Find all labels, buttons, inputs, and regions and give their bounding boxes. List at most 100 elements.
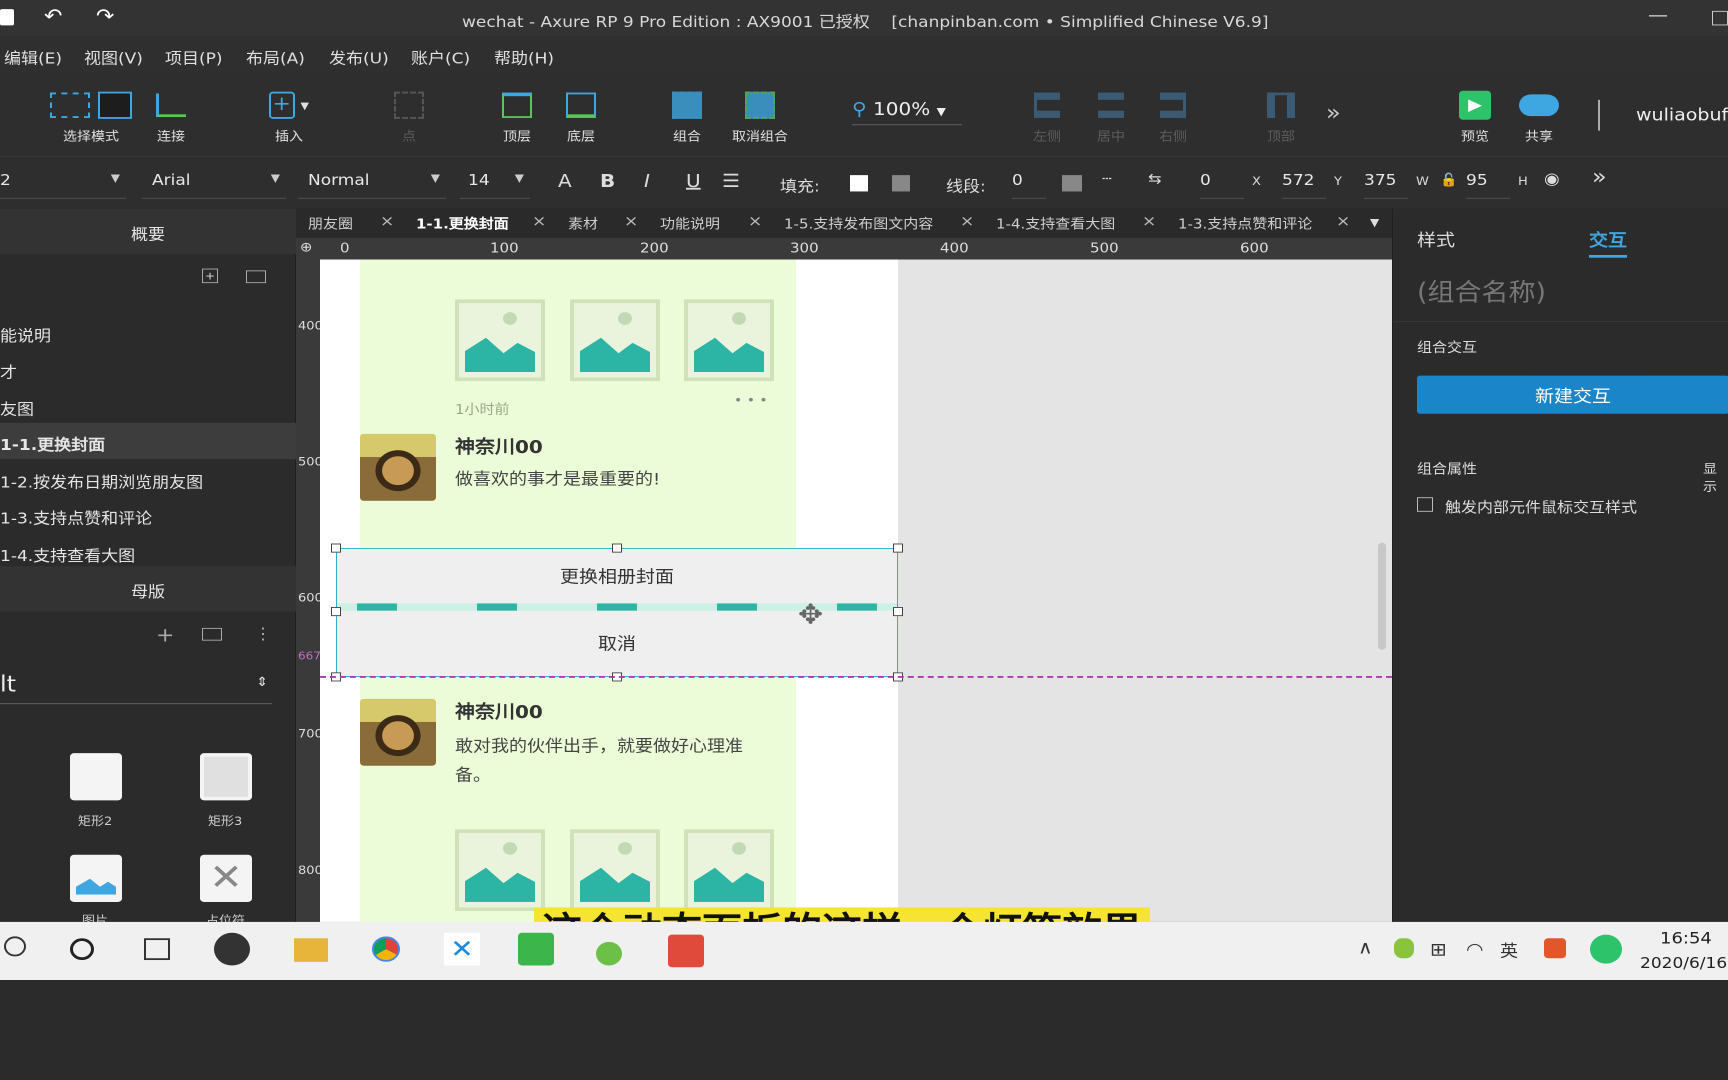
arrow-style-icon[interactable]: ⇆ xyxy=(1148,170,1161,187)
page-item[interactable]: 能说明 xyxy=(0,314,296,350)
tab-assets[interactable]: 素材 xyxy=(568,209,598,238)
close-tab-icon[interactable]: × xyxy=(1336,212,1350,230)
add-master-icon[interactable]: + xyxy=(156,624,174,647)
align-top-button[interactable]: 顶部 xyxy=(1246,89,1316,145)
library-select[interactable]: lt ⇕ xyxy=(0,671,272,705)
stroke-width-input[interactable]: 0 xyxy=(1012,166,1046,199)
resize-handle[interactable] xyxy=(612,543,622,553)
bold-icon[interactable]: B xyxy=(600,170,615,192)
font-family-select[interactable]: Arial ▼ xyxy=(142,166,286,199)
align-center-button[interactable]: 居中 xyxy=(1076,89,1146,145)
close-tab-icon[interactable]: × xyxy=(960,212,974,230)
y-input[interactable]: 572 xyxy=(1282,166,1326,199)
image-thumbnail[interactable] xyxy=(684,829,774,912)
masters-header[interactable]: 母版 xyxy=(0,566,296,612)
share-button[interactable]: 共享 xyxy=(1504,89,1574,145)
tab-functions[interactable]: 功能说明 xyxy=(660,209,720,238)
page-item-selected[interactable]: 1-1.更换封面 xyxy=(0,422,296,460)
fill-color-swatch[interactable] xyxy=(850,175,868,192)
search-icon[interactable] xyxy=(4,936,26,957)
select-mode-button[interactable]: 选择模式 xyxy=(46,89,136,145)
tabs-dropdown-icon[interactable]: ▼ xyxy=(1370,216,1379,229)
master-folder-icon[interactable] xyxy=(202,627,222,641)
page-item[interactable]: 1-3.支持点赞和评论 xyxy=(0,496,296,532)
menu-help[interactable]: 帮助(H) xyxy=(494,45,554,68)
app-red-icon[interactable] xyxy=(668,934,704,968)
menu-publish[interactable]: 发布(U) xyxy=(329,45,389,68)
close-tab-icon[interactable]: × xyxy=(748,212,762,230)
tab-style[interactable]: 样式 xyxy=(1417,227,1455,251)
style-num-select[interactable]: 2 ▼ xyxy=(0,166,126,199)
image-thumbnail[interactable] xyxy=(455,829,545,912)
widget-image-icon[interactable] xyxy=(70,854,122,902)
zoom-select[interactable]: ⚲ 100% ▼ xyxy=(852,98,962,126)
point-button[interactable]: 点 xyxy=(374,89,444,145)
image-thumbnail[interactable] xyxy=(455,299,545,382)
wifi-icon[interactable]: ◠ xyxy=(1466,938,1483,960)
trigger-checkbox[interactable] xyxy=(1417,497,1433,512)
close-tab-icon[interactable]: × xyxy=(624,212,638,230)
fill-gradient-swatch[interactable] xyxy=(892,175,910,192)
font-size-select[interactable]: 14 ▼ xyxy=(460,166,530,199)
resize-handle[interactable] xyxy=(893,543,903,553)
tab-interactions[interactable]: 交互 xyxy=(1589,227,1628,258)
stroke-color-swatch[interactable] xyxy=(1062,175,1082,192)
master-menu-icon[interactable]: ⋮ xyxy=(254,624,272,643)
tray-windows-icon[interactable]: ⊞ xyxy=(1430,938,1447,960)
clock-date[interactable]: 2020/6/16 xyxy=(1640,955,1727,973)
page-item[interactable]: 才 xyxy=(0,350,296,386)
minimize-icon[interactable]: — xyxy=(1648,4,1668,26)
width-input[interactable]: 375 xyxy=(1364,166,1408,199)
ungroup-button[interactable]: 取消组合 xyxy=(724,89,796,145)
menu-edit[interactable]: 编辑(E) xyxy=(4,45,62,68)
new-interaction-button[interactable]: 新建交互 xyxy=(1417,375,1728,414)
group-name-field[interactable]: (组合名称) xyxy=(1417,272,1546,307)
tab-1-4[interactable]: 1-4.支持查看大图 xyxy=(996,209,1115,238)
page-item[interactable]: 1-4.支持查看大图 xyxy=(0,534,296,570)
insert-button[interactable]: + ▼ 插入 xyxy=(254,89,324,145)
visibility-eye-icon[interactable]: ◉ xyxy=(1544,170,1560,189)
guide-line-667[interactable] xyxy=(320,676,1392,678)
resize-handle[interactable] xyxy=(331,543,341,553)
tray-chevron-icon[interactable]: ∧ xyxy=(1358,936,1373,958)
close-tab-icon[interactable]: × xyxy=(1142,212,1156,230)
avatar[interactable] xyxy=(360,698,436,766)
avatar[interactable] xyxy=(360,433,436,501)
design-canvas[interactable]: 1小时前 • • • 神奈川00 做喜欢的事才是最重要的! 更换相册封面 取消 … xyxy=(320,259,1392,922)
lock-icon[interactable]: 🔓 xyxy=(1440,173,1457,188)
add-folder-icon[interactable] xyxy=(246,270,266,284)
menu-account[interactable]: 账户(C) xyxy=(411,45,470,68)
axure-icon[interactable]: ✕ xyxy=(444,932,480,966)
resize-handle[interactable] xyxy=(331,607,341,617)
list-icon[interactable]: ☰ xyxy=(722,170,740,192)
change-cover-button[interactable]: 更换相册封面 xyxy=(337,549,897,603)
align-left-button[interactable]: 左侧 xyxy=(1012,89,1082,145)
tab-change-cover[interactable]: 1-1.更换封面 xyxy=(416,209,509,238)
input-method-icon[interactable]: 英 xyxy=(1500,938,1518,962)
preview-button[interactable]: ▶ 预览 xyxy=(1440,89,1510,145)
send-to-back-button[interactable]: 底层 xyxy=(546,89,616,145)
x-input[interactable]: 0 xyxy=(1200,166,1244,199)
tab-1-5[interactable]: 1-5.支持发布图文内容 xyxy=(784,209,933,238)
tray-green-icon[interactable] xyxy=(1590,934,1622,964)
menu-project[interactable]: 项目(P) xyxy=(165,45,223,68)
close-tab-icon[interactable]: × xyxy=(380,212,394,230)
user-name[interactable]: wuliaobuf xyxy=(1636,105,1728,125)
image-thumbnail[interactable] xyxy=(570,299,660,382)
align-right-button[interactable]: 右侧 xyxy=(1138,89,1208,145)
page-item[interactable]: 友图 xyxy=(0,387,296,423)
widget-placeholder-icon[interactable]: ✕ xyxy=(200,854,252,902)
clock-time[interactable]: 16:54 xyxy=(1660,929,1712,948)
undo-icon[interactable]: ↶ xyxy=(44,5,62,28)
connect-button[interactable]: 连接 xyxy=(136,89,206,145)
stroke-style-icon[interactable]: ┄ xyxy=(1102,170,1112,187)
italic-icon[interactable]: I xyxy=(644,170,650,192)
height-input[interactable]: 95 xyxy=(1466,166,1510,199)
image-thumbnail[interactable] xyxy=(570,829,660,912)
task-view-icon[interactable] xyxy=(144,938,170,961)
canvas-scrollbar[interactable] xyxy=(1378,542,1386,650)
menu-layout[interactable]: 布局(A) xyxy=(246,45,305,68)
app-pinwheel-icon[interactable] xyxy=(214,932,250,966)
close-tab-icon[interactable]: × xyxy=(532,212,546,230)
tab-friends[interactable]: 朋友圈 xyxy=(308,209,353,238)
